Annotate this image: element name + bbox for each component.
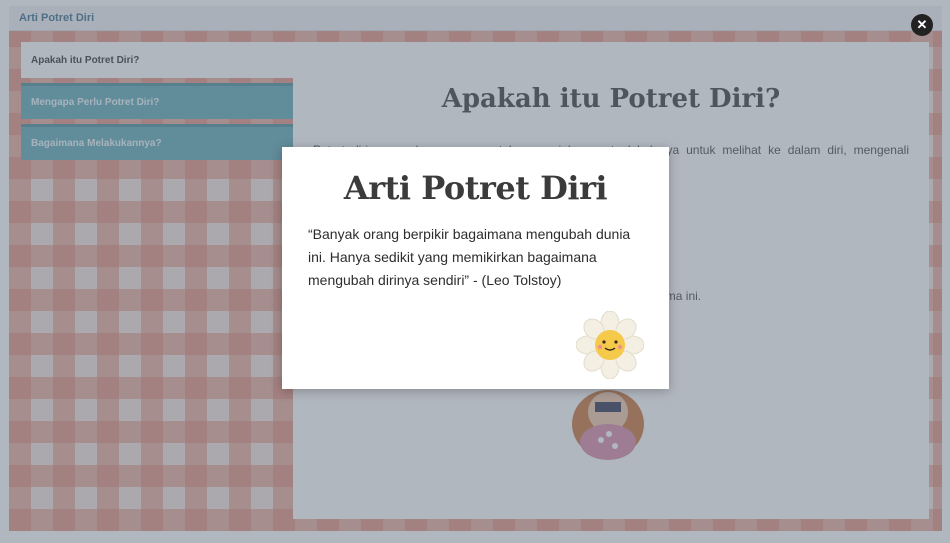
modal-quote: “Banyak orang berpikir bagaimana menguba… bbox=[308, 226, 631, 288]
quote-modal: Arti Potret Diri “Banyak orang berpikir … bbox=[282, 147, 669, 389]
modal-title: Arti Potret Diri bbox=[343, 169, 608, 207]
flower-icon bbox=[576, 311, 644, 379]
close-icon: ✕ bbox=[916, 17, 928, 32]
close-button[interactable]: ✕ bbox=[911, 14, 933, 36]
